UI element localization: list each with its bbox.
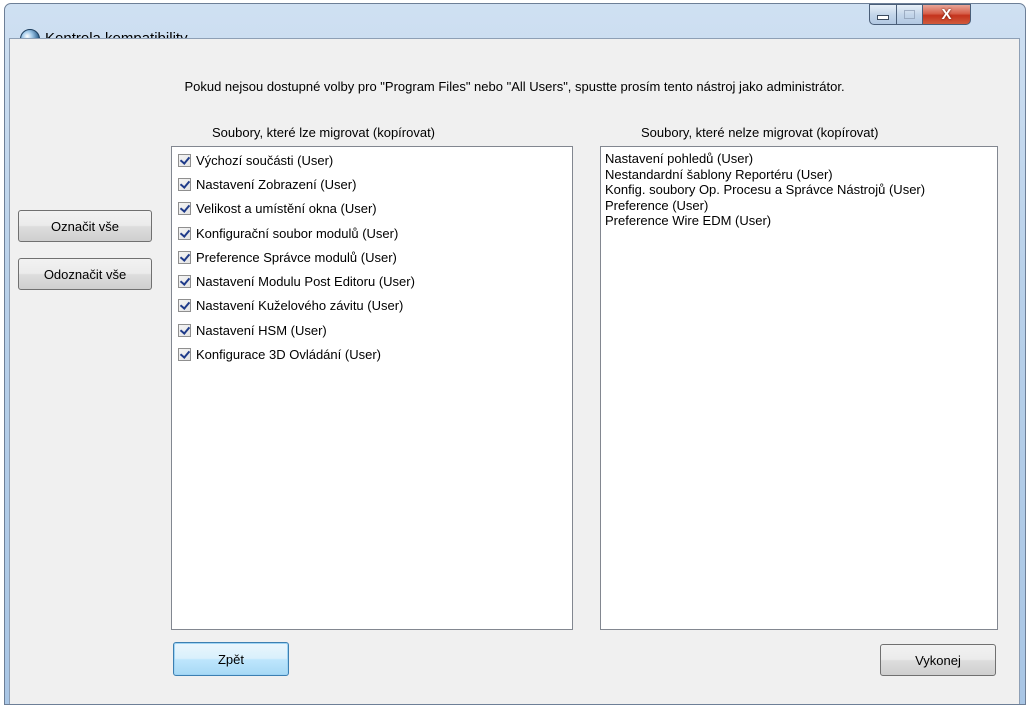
maximize-icon (904, 10, 915, 19)
checkbox-checked-icon[interactable] (178, 275, 191, 289)
migratable-list[interactable]: Výchozí součásti (User) Nastavení Zobraze… (171, 146, 573, 630)
back-button[interactable]: Zpět (173, 642, 289, 676)
non-migratable-item[interactable]: Nestandardní šablony Reportéru (User) (601, 167, 997, 183)
minimize-icon (877, 15, 889, 20)
deselect-all-button[interactable]: Odoznačit vše (18, 258, 152, 290)
non-migratable-list[interactable]: Nastavení pohledů (User) Nestandardní šab… (600, 146, 998, 630)
migratable-item-label: Nastavení Zobrazení (User) (196, 176, 357, 192)
migratable-item[interactable]: Velikost a umístění okna (User) (172, 197, 572, 221)
checkbox-checked-icon[interactable] (178, 250, 191, 264)
migratable-item-label: Konfigurace 3D Ovládání (User) (196, 347, 381, 363)
maximize-button (896, 4, 923, 25)
migratable-item-label: Nastavení Modulu Post Editoru (User) (196, 274, 415, 290)
admin-notice: Pokud nejsou dostupné volby pro "Program… (184, 79, 845, 94)
select-all-button[interactable]: Označit vše (18, 210, 152, 242)
compatibility-window: Kontrola kompatibility X Pokud nejsou do… (4, 3, 1026, 705)
checkbox-checked-icon[interactable] (178, 299, 191, 313)
non-migratable-item[interactable]: Nastavení pohledů (User) (601, 151, 997, 167)
checkbox-checked-icon[interactable] (178, 226, 191, 240)
migratable-header: Soubory, které lze migrovat (kopírovat) (212, 125, 436, 140)
minimize-button[interactable] (869, 4, 897, 25)
checkbox-checked-icon[interactable] (178, 202, 191, 216)
migratable-item-label: Nastavení Kuželového závitu (User) (196, 298, 404, 314)
execute-button[interactable]: Vykonej (880, 644, 996, 676)
migratable-item-label: Preference Správce modulů (User) (196, 249, 397, 265)
migratable-item-label: Výchozí součásti (User) (196, 152, 334, 168)
migratable-item[interactable]: Nastavení HSM (User) (172, 318, 572, 342)
migratable-item-label: Nastavení HSM (User) (196, 322, 327, 338)
dialog-client-area: Pokud nejsou dostupné volby pro "Program… (9, 38, 1020, 704)
non-migratable-header: Soubory, které nelze migrovat (kopírovat… (641, 125, 879, 140)
migratable-item[interactable]: Preference Správce modulů (User) (172, 245, 572, 269)
checkbox-checked-icon[interactable] (178, 153, 191, 167)
migratable-item[interactable]: Nastavení Modulu Post Editoru (User) (172, 269, 572, 293)
title-bar[interactable]: Kontrola kompatibility X (5, 4, 1025, 49)
non-migratable-item[interactable]: Preference (User) (601, 198, 997, 214)
migratable-item[interactable]: Konfigurační soubor modulů (User) (172, 221, 572, 245)
migratable-item-label: Velikost a umístění okna (User) (196, 201, 377, 217)
non-migratable-item[interactable]: Preference Wire EDM (User) (601, 213, 997, 229)
migratable-item[interactable]: Nastavení Zobrazení (User) (172, 172, 572, 196)
migratable-item[interactable]: Nastavení Kuželového závitu (User) (172, 294, 572, 318)
migratable-item[interactable]: Výchozí součásti (User) (172, 148, 572, 172)
migratable-item[interactable]: Konfigurace 3D Ovládání (User) (172, 342, 572, 366)
checkbox-checked-icon[interactable] (178, 348, 191, 362)
non-migratable-item[interactable]: Konfig. soubory Op. Procesu a Správce Ná… (601, 182, 997, 198)
checkbox-checked-icon[interactable] (178, 323, 191, 337)
migratable-item-label: Konfigurační soubor modulů (User) (196, 225, 399, 241)
close-button[interactable]: X (922, 4, 971, 25)
close-icon: X (941, 6, 952, 23)
checkbox-checked-icon[interactable] (178, 177, 191, 191)
